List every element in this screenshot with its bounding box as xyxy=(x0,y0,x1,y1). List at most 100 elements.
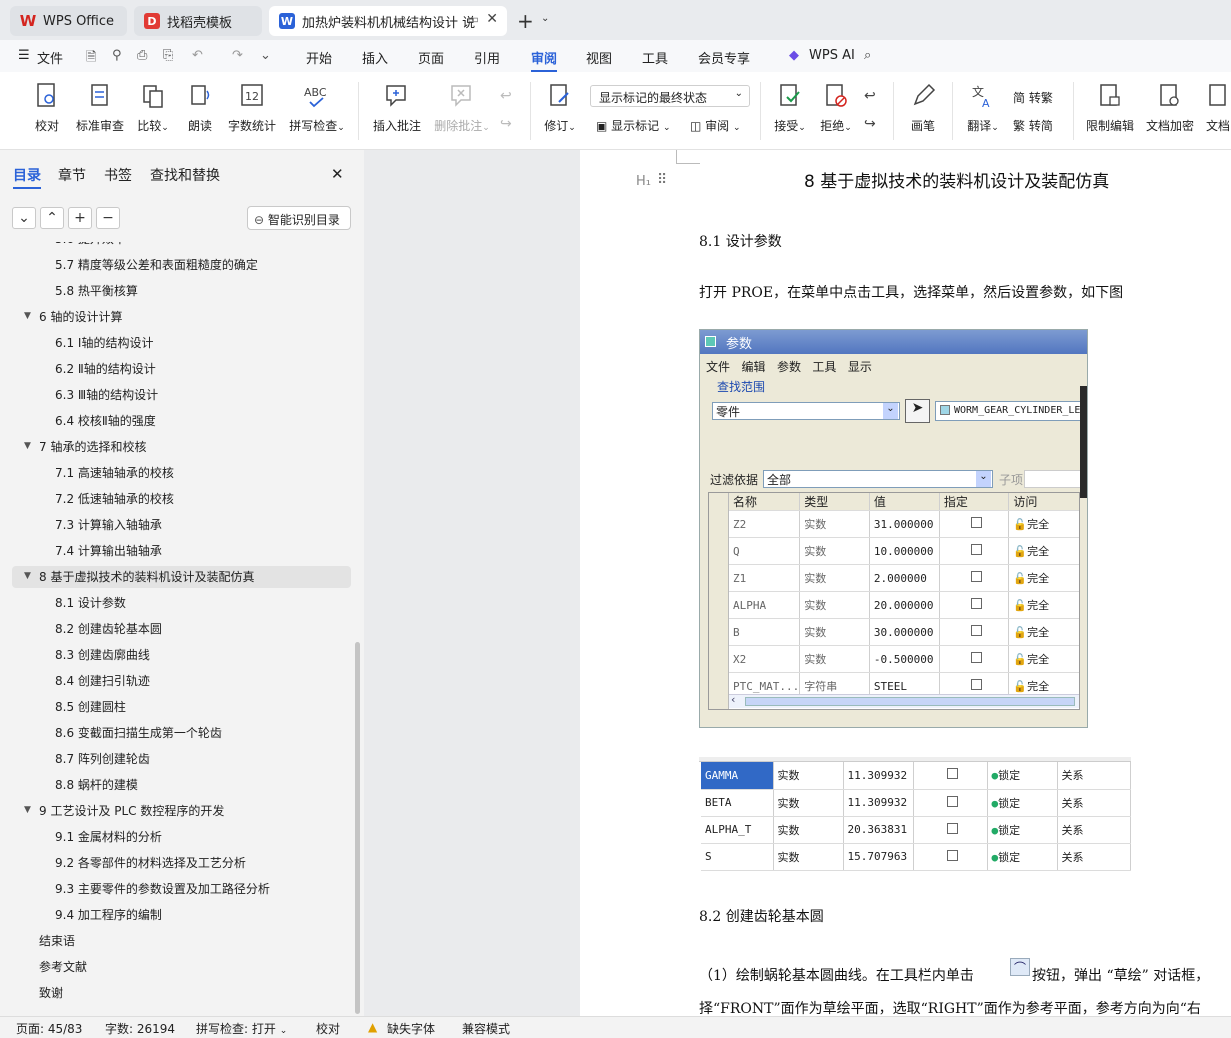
scrollbar[interactable] xyxy=(355,642,360,1014)
toc-item[interactable]: 8.2 创建齿轮基本圆 xyxy=(55,618,162,640)
print-icon[interactable]: ⎙ xyxy=(137,48,147,63)
toc-item[interactable]: 8.8 蜗杆的建模 xyxy=(55,774,138,796)
tab-wps-office[interactable]: W WPS Office xyxy=(10,6,127,36)
share-icon[interactable]: ⚲ xyxy=(112,48,122,63)
toc-item[interactable]: 8.5 创建圆柱 xyxy=(55,696,126,718)
compare-button[interactable]: 比较⌄ xyxy=(136,82,170,134)
reject-button[interactable]: 拒绝⌄ xyxy=(818,82,854,134)
toc-item[interactable]: 5.6 提升效率 xyxy=(55,242,126,250)
menu-file[interactable]: 文件 xyxy=(37,48,63,67)
read-aloud-button[interactable]: 朗读 xyxy=(186,82,214,134)
compat-mode-status[interactable]: 兼容模式 xyxy=(462,1020,510,1037)
expand-arrow-icon[interactable]: ▼ xyxy=(24,441,31,451)
toc-item[interactable]: 8.3 创建齿廓曲线 xyxy=(55,644,150,666)
word-count[interactable]: 字数: 26194 xyxy=(105,1020,175,1037)
heading-style-icon[interactable]: H₁ xyxy=(636,174,651,189)
menu-member[interactable]: 会员专享 xyxy=(698,48,750,67)
move-up-button[interactable]: ⌃ xyxy=(40,207,64,229)
accept-button[interactable]: 接受⌄ xyxy=(772,82,808,134)
toc-item[interactable]: 7.1 高速轴轴承的校核 xyxy=(55,462,174,484)
toc-item[interactable]: 结束语 xyxy=(39,930,75,952)
toc-item[interactable]: 9.4 加工程序的编制 xyxy=(55,904,162,926)
toc-item[interactable]: 9 工艺设计及 PLC 数控程序的开发 xyxy=(39,800,224,822)
remove-heading-button[interactable]: − xyxy=(96,207,120,229)
toc-item[interactable]: 9.1 金属材料的分析 xyxy=(55,826,162,848)
toc-item[interactable]: 6.2 Ⅱ轴的结构设计 xyxy=(55,358,156,380)
toc-item[interactable]: 6.3 Ⅲ轴的结构设计 xyxy=(55,384,158,406)
to-simplified-button[interactable]: 繁 转简 xyxy=(1013,117,1053,134)
toc-item[interactable]: 6.4 校核Ⅱ轴的强度 xyxy=(55,410,156,432)
proof-status[interactable]: 校对 xyxy=(316,1020,340,1037)
toc-item[interactable]: 7 轴承的选择和校核 xyxy=(39,436,146,458)
save-icon[interactable]: 🗎 xyxy=(86,48,96,70)
word-count-button[interactable]: 12 字数统计 xyxy=(227,82,277,134)
search-icon[interactable]: ⌕ xyxy=(864,48,871,63)
menu-wps-ai[interactable]: WPS AI xyxy=(809,48,855,63)
toc-item[interactable]: 8 基于虚拟技术的装料机设计及装配仿真 xyxy=(12,566,351,588)
close-icon[interactable]: ✕ xyxy=(331,165,344,183)
toc-item[interactable]: 8.6 变截面扫描生成第一个轮齿 xyxy=(55,722,222,744)
toc-item[interactable]: 5.7 精度等级公差和表面粗糙度的确定 xyxy=(55,254,258,276)
page-indicator[interactable]: 页面: 45/83 xyxy=(16,1020,82,1037)
restrict-editing-button[interactable]: 限制编辑 xyxy=(1086,82,1134,134)
tab-toc[interactable]: 目录 xyxy=(13,165,41,185)
pen-button[interactable]: 画笔 xyxy=(908,82,938,134)
next-comment-icon[interactable]: ↪ xyxy=(500,116,512,132)
tab-sections[interactable]: 章节 xyxy=(58,165,86,185)
menu-insert[interactable]: 插入 xyxy=(362,48,388,67)
menu-references[interactable]: 引用 xyxy=(474,48,500,67)
insert-comment-button[interactable]: 插入批注 xyxy=(372,82,422,134)
toc-item[interactable]: 6.1 Ⅰ轴的结构设计 xyxy=(55,332,153,354)
chevron-down-icon[interactable]: ⌄ xyxy=(541,13,549,24)
prev-comment-icon[interactable]: ↩ xyxy=(500,88,512,104)
toc-item[interactable]: 7.3 计算输入轴轴承 xyxy=(55,514,162,536)
close-tab-icon[interactable]: ✕ xyxy=(486,11,498,27)
toc-item[interactable]: 8.4 创建扫引轨迹 xyxy=(55,670,150,692)
review-pane-button[interactable]: ◫ 审阅 ⌄ xyxy=(690,117,741,134)
doc-permission-button[interactable]: 文档 xyxy=(1206,82,1231,134)
menu-view[interactable]: 视图 xyxy=(586,48,612,67)
collapse-down-button[interactable]: ⌄ xyxy=(12,207,36,229)
toc-item[interactable]: 8.1 设计参数 xyxy=(55,592,126,614)
redo-icon[interactable]: ↷ xyxy=(232,48,243,63)
add-heading-button[interactable]: + xyxy=(68,207,92,229)
tab-template[interactable]: D 找稻壳模板 xyxy=(134,6,262,36)
toc-item[interactable]: 9.2 各零部件的材料选择及工艺分析 xyxy=(55,852,246,874)
expand-arrow-icon[interactable]: ▼ xyxy=(24,311,31,321)
markup-state-select[interactable]: 显示标记的最终状态 ⌄ xyxy=(590,85,750,107)
tab-find-replace[interactable]: 查找和替换 xyxy=(150,165,220,185)
encrypt-button[interactable]: 文档加密 xyxy=(1146,82,1194,134)
new-tab-icon[interactable]: + xyxy=(517,9,534,33)
track-changes-button[interactable]: 修订⌄ xyxy=(542,82,578,134)
toc-item[interactable]: 致谢 xyxy=(39,982,63,1004)
toc-item[interactable]: 6 轴的设计计算 xyxy=(39,306,122,328)
missing-font-status[interactable]: 缺失字体 xyxy=(387,1020,435,1037)
tab-document[interactable]: W 加热炉装料机机械结构设计 说 ▭ ✕ xyxy=(269,6,507,36)
toc-item[interactable]: 参考文献 xyxy=(39,956,87,978)
translate-button[interactable]: 文 A 翻译⌄ xyxy=(964,82,1002,134)
standard-review-button[interactable]: 标准审查 xyxy=(75,82,125,134)
toc-item[interactable]: 9.3 主要零件的参数设置及加工路径分析 xyxy=(55,878,270,900)
smart-toc-button[interactable]: ⊖ 智能识别目录 xyxy=(247,206,351,230)
show-markup-button[interactable]: ▣ 显示标记 ⌄ xyxy=(596,117,671,134)
menu-tools[interactable]: 工具 xyxy=(642,48,668,67)
toc-item[interactable]: 8.7 阵列创建轮齿 xyxy=(55,748,150,770)
prev-change-icon[interactable]: ↩ xyxy=(864,88,876,104)
next-change-icon[interactable]: ↪ xyxy=(864,116,876,132)
menu-page[interactable]: 页面 xyxy=(418,48,444,67)
expand-arrow-icon[interactable]: ▼ xyxy=(24,805,31,815)
spell-check-status[interactable]: 拼写检查: 打开 ⌄ xyxy=(196,1020,287,1037)
proof-button[interactable]: 校对 xyxy=(32,82,62,134)
spell-check-button[interactable]: ABC 拼写检查⌄ xyxy=(287,82,347,134)
menu-review[interactable]: 审阅 xyxy=(531,48,558,72)
toc-item[interactable]: 5.8 热平衡核算 xyxy=(55,280,138,302)
quick-access-dropdown-icon[interactable]: ⌄ xyxy=(260,48,271,63)
undo-icon[interactable]: ↶ xyxy=(192,48,203,63)
delete-comment-button[interactable]: 删除批注⌄ xyxy=(432,82,492,134)
to-traditional-button[interactable]: 简 转繁 xyxy=(1013,89,1053,106)
toc-item[interactable]: 7.4 计算输出轴轴承 xyxy=(55,540,162,562)
tab-bookmarks[interactable]: 书签 xyxy=(104,165,132,185)
toc-item[interactable]: 7.2 低速轴轴承的校核 xyxy=(55,488,174,510)
menu-home[interactable]: 开始 xyxy=(306,48,332,67)
expand-arrow-icon[interactable]: ▼ xyxy=(24,571,31,581)
